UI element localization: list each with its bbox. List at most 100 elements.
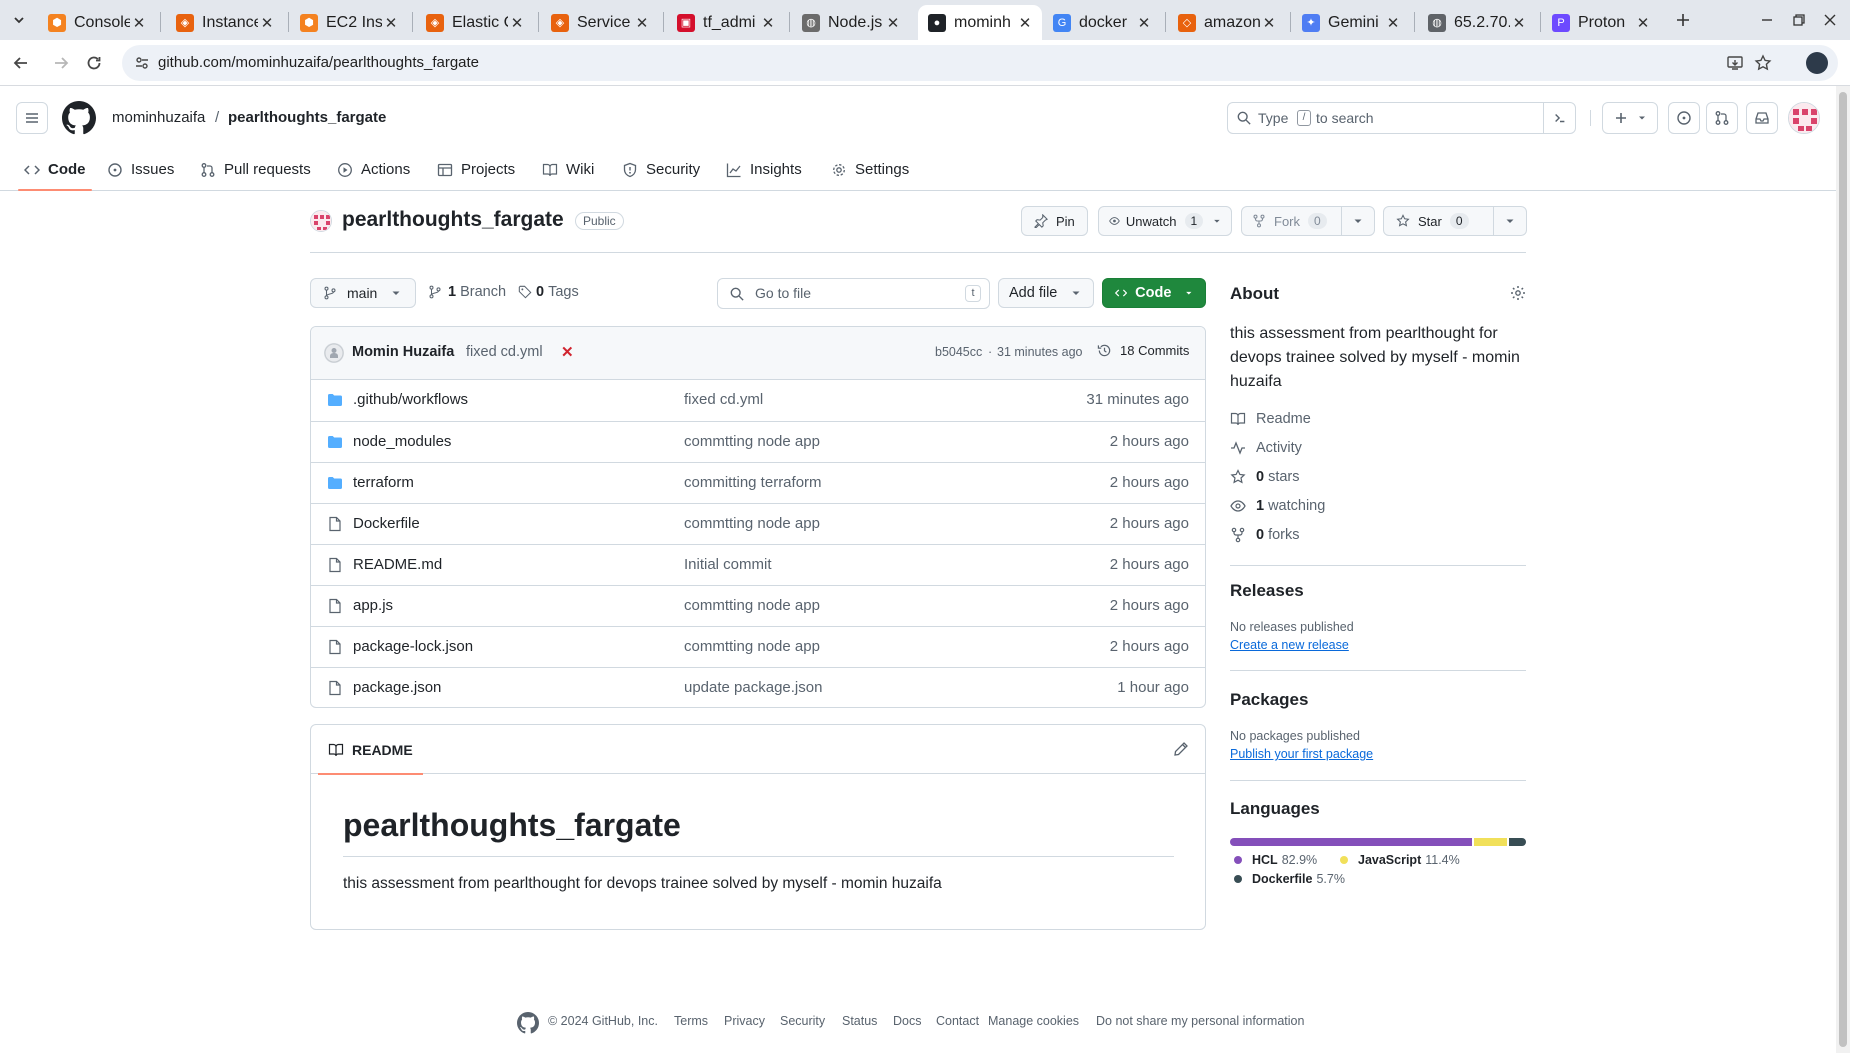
tab-pull-requests[interactable]: Pull requests (200, 148, 311, 191)
file-name[interactable]: Dockerfile (353, 515, 420, 532)
commit-author-avatar[interactable] (324, 343, 344, 363)
footer-link-status[interactable]: Status (842, 1014, 877, 1028)
tags-link[interactable]: 0 Tags (518, 284, 579, 300)
page-scrollbar[interactable] (1836, 86, 1850, 1053)
repo-owner-avatar[interactable] (310, 210, 332, 232)
star-button[interactable]: Star 0 (1384, 207, 1494, 235)
command-palette-icon[interactable] (1543, 103, 1575, 133)
file-name[interactable]: terraform (353, 474, 414, 491)
restore-window-icon[interactable] (1784, 5, 1814, 35)
browser-tab[interactable]: ◈ Instance ✕ (166, 5, 284, 40)
file-commit-message[interactable]: commtting node app (684, 597, 820, 614)
github-footer-logo-icon[interactable] (517, 1012, 539, 1034)
user-avatar[interactable] (1788, 102, 1820, 134)
reload-icon[interactable] (79, 48, 109, 78)
browser-tab[interactable]: P Proton ✕ (1542, 5, 1660, 40)
branch-select-button[interactable]: main (310, 278, 416, 308)
tab-close-icon[interactable]: ✕ (1260, 14, 1278, 32)
footer-link-docs[interactable]: Docs (893, 1014, 921, 1028)
browser-tab[interactable]: ✦ Gemini ✕ (1292, 5, 1410, 40)
packages-heading[interactable]: Packages (1230, 690, 1308, 710)
file-name[interactable]: package.json (353, 679, 441, 696)
go-to-file-input[interactable]: Go to file t (717, 278, 990, 309)
forward-arrow-icon[interactable] (46, 48, 76, 78)
readme-link[interactable]: Readme (1230, 411, 1311, 427)
file-commit-message[interactable]: committing terraform (684, 474, 822, 491)
install-app-icon[interactable] (1726, 54, 1744, 72)
tab-close-icon[interactable]: ✕ (1016, 14, 1034, 32)
footer-link-terms[interactable]: Terms (674, 1014, 708, 1028)
file-row[interactable]: package.json update package.json 1 hour ag… (311, 667, 1205, 707)
readme-tab[interactable]: README (318, 725, 423, 775)
file-name[interactable]: app.js (353, 597, 393, 614)
tab-close-icon[interactable]: ✕ (1510, 14, 1528, 32)
tab-close-icon[interactable]: ✕ (1634, 14, 1652, 32)
tab-code[interactable]: Code (18, 148, 91, 191)
file-name[interactable]: node_modules (353, 433, 451, 450)
file-row[interactable]: Dockerfile commtting node app 2 hours ago (311, 503, 1205, 544)
site-info-icon[interactable] (134, 55, 150, 71)
tab-close-icon[interactable]: ✕ (1135, 14, 1153, 32)
browser-tab[interactable]: ● mominh ✕ (918, 5, 1042, 40)
issues-icon[interactable] (1668, 102, 1700, 134)
tab-close-icon[interactable]: ✕ (130, 14, 148, 32)
tab-actions[interactable]: Actions (337, 148, 410, 191)
search-input[interactable]: Type / to search (1227, 102, 1576, 134)
bookmark-star-icon[interactable] (1754, 54, 1772, 72)
file-row[interactable]: README.md Initial commit 2 hours ago (311, 544, 1205, 585)
breadcrumb-repo[interactable]: pearlthoughts_fargate (228, 109, 386, 126)
github-logo-icon[interactable] (62, 101, 96, 135)
tab-close-icon[interactable]: ✕ (884, 14, 902, 32)
language-item[interactable]: HCL 82.9% (1234, 853, 1317, 867)
browser-tab[interactable]: ◍ 65.2.70. ✕ (1418, 5, 1536, 40)
back-arrow-icon[interactable] (6, 48, 36, 78)
activity-link[interactable]: Activity (1230, 440, 1302, 456)
create-new-button[interactable] (1602, 102, 1658, 134)
fork-button-group[interactable]: Fork 0 (1241, 206, 1375, 236)
tab-close-icon[interactable]: ✕ (633, 14, 651, 32)
add-file-button[interactable]: Add file (998, 278, 1094, 308)
browser-tab[interactable]: Gdocker ✕ (1043, 5, 1161, 40)
tab-close-icon[interactable]: ✕ (759, 14, 777, 32)
commit-message[interactable]: fixed cd.yml (466, 344, 543, 360)
language-item[interactable]: Dockerfile 5.7% (1234, 872, 1345, 886)
tab-search-chevron-icon[interactable] (4, 5, 34, 35)
browser-profile-avatar[interactable] (1806, 52, 1828, 74)
footer-link-do-not-share[interactable]: Do not share my personal information (1096, 1014, 1304, 1028)
browser-tab[interactable]: ◇ amazon ✕ (1168, 5, 1286, 40)
inbox-icon[interactable] (1746, 102, 1778, 134)
tab-close-icon[interactable]: ✕ (508, 14, 526, 32)
file-commit-message[interactable]: commtting node app (684, 433, 820, 450)
browser-tab[interactable]: ▣ tf_admi ✕ (667, 5, 785, 40)
file-row[interactable]: .github/workflows fixed cd.yml 31 minutes … (311, 380, 1205, 421)
watching-link[interactable]: 1 watching (1230, 498, 1325, 514)
close-window-icon[interactable] (1815, 5, 1845, 35)
file-commit-message[interactable]: fixed cd.yml (684, 391, 763, 408)
star-button-group[interactable]: Star 0 (1383, 206, 1527, 236)
tab-projects[interactable]: Projects (437, 148, 515, 191)
tab-close-icon[interactable]: ✕ (382, 14, 400, 32)
stars-link[interactable]: 0 stars (1230, 469, 1300, 485)
commits-history-link[interactable]: 18 Commits (1097, 343, 1189, 358)
commit-sha[interactable]: b5045cc (935, 345, 982, 359)
releases-heading[interactable]: Releases (1230, 581, 1304, 601)
file-commit-message[interactable]: Initial commit (684, 556, 772, 573)
file-row[interactable]: app.js commtting node app 2 hours ago (311, 585, 1205, 626)
footer-link-security[interactable]: Security (780, 1014, 825, 1028)
language-item[interactable]: JavaScript 11.4% (1340, 853, 1460, 867)
new-tab-plus-icon[interactable] (1668, 5, 1698, 35)
star-dropdown[interactable] (1494, 216, 1526, 226)
footer-link-privacy[interactable]: Privacy (724, 1014, 765, 1028)
pull-requests-icon[interactable] (1706, 102, 1738, 134)
unwatch-button[interactable]: Unwatch 1 (1098, 206, 1232, 236)
browser-tab[interactable]: ⬢ EC2 Inst ✕ (290, 5, 408, 40)
forks-link[interactable]: 0 forks (1230, 527, 1300, 543)
file-name[interactable]: package-lock.json (353, 638, 473, 655)
file-name[interactable]: .github/workflows (353, 391, 468, 408)
edit-pencil-icon[interactable] (1173, 741, 1189, 757)
footer-link-contact[interactable]: Contact (936, 1014, 979, 1028)
code-dropdown-button[interactable]: Code (1102, 278, 1206, 308)
breadcrumb-owner[interactable]: mominhuzaifa (112, 109, 205, 126)
file-commit-message[interactable]: commtting node app (684, 638, 820, 655)
file-row[interactable]: package-lock.json commtting node app 2 hou… (311, 626, 1205, 667)
